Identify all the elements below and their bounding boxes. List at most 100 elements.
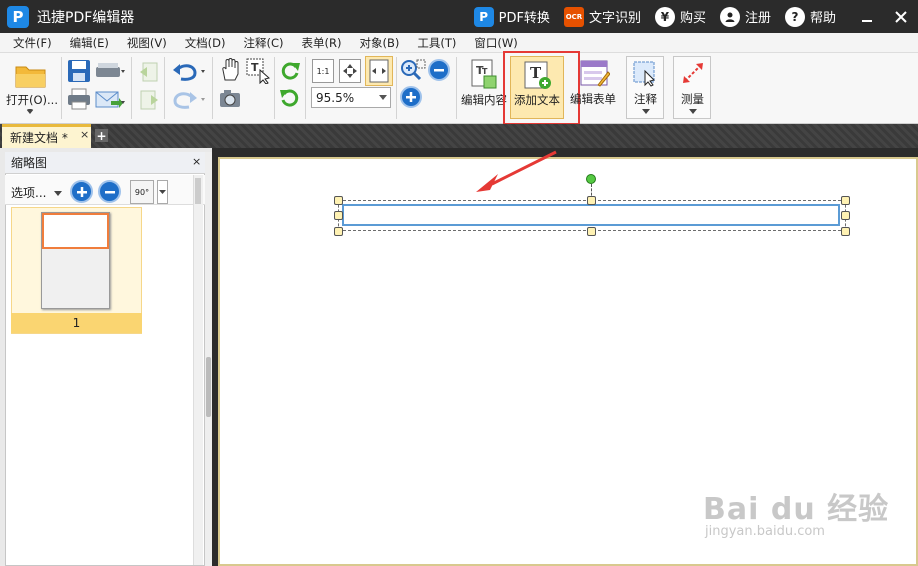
chevron-down-icon: [54, 191, 63, 196]
zoom-select[interactable]: 95.5%: [311, 87, 391, 108]
open-button[interactable]: 打开(O)...: [4, 57, 58, 119]
chevron-down-icon: [642, 109, 650, 114]
edit-form-label: 编辑表单: [570, 92, 616, 106]
resize-handle-top-right[interactable]: [841, 196, 850, 205]
zoom-out-button[interactable]: [428, 59, 450, 81]
rotate-dropdown[interactable]: [157, 180, 168, 204]
zoom-area-icon[interactable]: [400, 59, 426, 81]
splitter-grip[interactable]: [206, 357, 211, 417]
undo-icon[interactable]: [171, 61, 207, 83]
resize-handle-bottom-left[interactable]: [334, 227, 343, 236]
red-arrow-annotation: [476, 150, 557, 192]
menu-view[interactable]: 视图(V): [127, 35, 167, 51]
menu-file[interactable]: 文件(F): [13, 35, 52, 51]
menu-tools[interactable]: 工具(T): [417, 35, 456, 51]
fit-page-button[interactable]: [339, 59, 361, 83]
ocr-button[interactable]: OCR 文字识别: [563, 6, 641, 27]
select-text-icon[interactable]: T: [246, 58, 270, 84]
measure-dropdown[interactable]: 测量: [673, 56, 711, 119]
chevron-down-icon: [379, 95, 387, 100]
rotate-page-button[interactable]: 90°: [130, 180, 154, 204]
actual-size-button[interactable]: 1:1: [312, 59, 334, 83]
minus-icon: [434, 69, 444, 72]
resize-handle-bottom[interactable]: [587, 227, 596, 236]
menu-comment[interactable]: 注释(C): [244, 35, 284, 51]
edit-content-button[interactable]: TT 编辑内容: [459, 56, 509, 119]
rotate-label: 90°: [134, 187, 150, 197]
tab-close-icon[interactable]: ×: [80, 128, 89, 141]
thumb-zoom-out-button[interactable]: [98, 180, 121, 203]
menu-object[interactable]: 对象(B): [360, 35, 400, 51]
panel-scrollbar[interactable]: [193, 175, 203, 565]
tab-new-document[interactable]: 新建文档 *: [2, 124, 91, 148]
zoom-in-button[interactable]: [400, 86, 422, 108]
actual-size-label: 1:1: [316, 66, 330, 76]
close-icon: [895, 10, 907, 23]
help-icon: ?: [784, 6, 805, 27]
thumbnail-view-rect: [42, 213, 109, 249]
save-icon[interactable]: [67, 59, 91, 83]
edit-form-icon: [580, 60, 610, 87]
minimize-button[interactable]: [850, 0, 884, 33]
edit-form-button[interactable]: 编辑表单: [569, 56, 621, 119]
tab-label: 新建文档 *: [10, 131, 68, 145]
folder-icon: [15, 66, 46, 88]
svg-text:T: T: [482, 67, 488, 76]
ocr-icon: OCR: [563, 6, 584, 27]
snapshot-icon[interactable]: [219, 89, 241, 109]
pdf-convert-button[interactable]: P PDF转换: [473, 6, 550, 27]
pdf-convert-icon: P: [473, 6, 494, 27]
pdf-convert-label: PDF转换: [498, 11, 550, 26]
title-bar-actions: P PDF转换 OCR 文字识别 ¥ 购买 注册 ? 帮助: [460, 0, 918, 33]
add-tab-button[interactable]: +: [95, 129, 108, 143]
menu-window[interactable]: 窗口(W): [474, 35, 517, 51]
register-button[interactable]: 注册: [719, 6, 771, 27]
help-button[interactable]: ? 帮助: [784, 6, 836, 27]
resize-handle-left[interactable]: [334, 211, 343, 220]
rotate-ccw-icon[interactable]: [279, 86, 301, 108]
ocr-label: 文字识别: [588, 11, 641, 26]
register-label: 注册: [744, 11, 771, 26]
thumbnail-page-number: 1: [72, 316, 81, 330]
resize-handle-top[interactable]: [587, 196, 596, 205]
edit-content-icon: TT: [471, 59, 497, 89]
thumb-zoom-in-button[interactable]: [70, 180, 93, 203]
watermark-main: Bai du 经验: [703, 492, 890, 527]
buy-button[interactable]: ¥ 购买: [654, 6, 706, 27]
fit-width-button[interactable]: [365, 56, 393, 86]
title-bar: P 迅捷PDF编辑器 P PDF转换 OCR 文字识别 ¥ 购买 注册 ? 帮助: [0, 0, 918, 33]
chevron-down-icon: [689, 109, 697, 114]
annotate-dropdown[interactable]: 注释: [626, 56, 664, 119]
chevron-down-icon: [26, 109, 34, 114]
thumbnail-panel-header: 缩略图: [5, 152, 205, 174]
hand-tool-icon[interactable]: [219, 58, 241, 82]
open-label: 打开(O)...: [6, 93, 58, 107]
email-icon[interactable]: [95, 87, 125, 111]
page-back-icon[interactable]: [138, 61, 160, 83]
menu-edit[interactable]: 编辑(E): [70, 35, 109, 51]
page-forward-icon[interactable]: [138, 89, 160, 111]
panel-close-icon[interactable]: ×: [192, 155, 201, 168]
resize-handle-top-left[interactable]: [334, 196, 343, 205]
redo-icon[interactable]: [171, 89, 207, 111]
rotation-handle[interactable]: [586, 174, 596, 184]
menu-document[interactable]: 文档(D): [185, 35, 226, 51]
rotate-cw-icon[interactable]: [279, 59, 301, 81]
resize-handle-right[interactable]: [841, 211, 850, 220]
resize-handle-bottom-right[interactable]: [841, 227, 850, 236]
minimize-icon: [862, 19, 872, 22]
fit-page-icon: [343, 64, 357, 78]
scanner-icon[interactable]: [95, 59, 125, 83]
fit-width-icon: [369, 59, 389, 83]
close-window-button[interactable]: [884, 0, 918, 33]
app-logo-icon: P: [7, 5, 29, 28]
panel-scroll-thumb[interactable]: [195, 178, 201, 204]
menu-form[interactable]: 表单(R): [302, 35, 342, 51]
print-icon[interactable]: [67, 87, 91, 111]
new-text-box[interactable]: [342, 204, 840, 226]
yen-icon: ¥: [654, 6, 675, 27]
menu-bar: 文件(F) 编辑(E) 视图(V) 文档(D) 注释(C) 表单(R) 对象(B…: [0, 33, 918, 53]
options-dropdown[interactable]: 选项...: [11, 184, 63, 201]
baidu-watermark: Bai du 经验 jingyan.baidu.com: [703, 484, 889, 539]
edit-content-label: 编辑内容: [461, 93, 507, 107]
